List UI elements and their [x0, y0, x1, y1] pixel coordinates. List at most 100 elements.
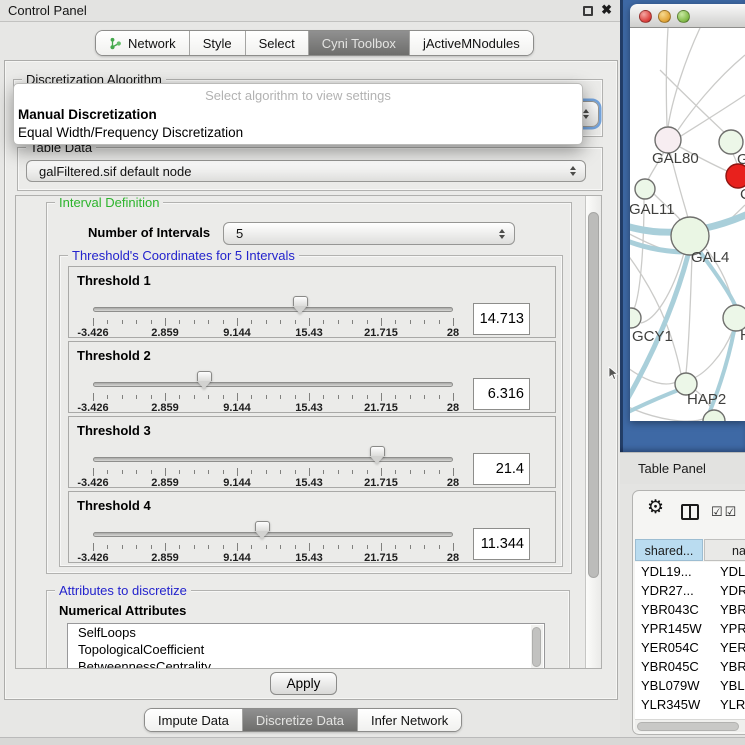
tick-label: 2.859 [151, 402, 179, 414]
network-edge [678, 55, 745, 130]
table-cell: YBL0 [720, 676, 745, 695]
list-scrollbar[interactable] [531, 625, 543, 669]
tab-discretize-data[interactable]: Discretize Data [242, 709, 357, 731]
tab-style[interactable]: Style [189, 31, 245, 55]
slider-ticks [93, 393, 453, 401]
slider-tick-labels: -3.4262.8599.14415.4321.71528 [93, 327, 453, 339]
slider-track[interactable] [93, 532, 453, 537]
tab-network[interactable]: Network [96, 31, 189, 55]
table-cell: YLR345W [641, 695, 703, 714]
tab-select[interactable]: Select [245, 31, 308, 55]
network-node[interactable] [703, 410, 725, 421]
attribute-list-item[interactable]: SelfLoops [68, 624, 544, 641]
thresholds-group: Threshold's Coordinates for 5 Intervals … [59, 255, 563, 567]
attribute-list-item[interactable]: TopologicalCoefficient [68, 641, 544, 658]
algorithm-dropdown-popup: Select algorithm to view settings Manual… [13, 83, 583, 145]
tab-label: Cyni Toolbox [322, 36, 396, 51]
tick-label: -3.426 [77, 402, 108, 414]
list-scrollbar-thumb[interactable] [532, 627, 541, 667]
slider-thumb[interactable] [197, 371, 212, 389]
columns-icon[interactable] [681, 504, 699, 520]
number-of-intervals-value: 5 [236, 223, 243, 245]
status-strip [0, 737, 745, 745]
vertical-scrollbar-thumb[interactable] [588, 212, 599, 578]
table-row[interactable]: YBL079WYBL0 [635, 676, 745, 695]
tab-label: Infer Network [371, 713, 448, 728]
tab-infer-network[interactable]: Infer Network [357, 709, 461, 731]
popup-option-equal-width-frequency[interactable]: Equal Width/Frequency Discretization [14, 124, 582, 142]
table-row[interactable]: YBR045CYBR0 [635, 657, 745, 676]
slider-tick-labels: -3.4262.8599.14415.4321.71528 [93, 477, 453, 489]
table-data-combobox[interactable]: galFiltered.sif default node [26, 160, 586, 182]
zoom-traffic-light-icon[interactable] [677, 10, 690, 23]
tick-label: 21.715 [364, 477, 398, 489]
gear-icon[interactable]: ⚙ [647, 498, 664, 517]
threshold-value-field[interactable]: 6.316 [473, 378, 530, 410]
network-window: GAL80GCGAL11GAL4GCY1HHAP2 [630, 4, 745, 421]
threshold-box: Threshold 3-3.4262.8599.14415.4321.71528… [68, 416, 556, 488]
table-row[interactable]: YBR043CYBR0 [635, 600, 745, 619]
threshold-value-field[interactable]: 21.4 [473, 453, 530, 485]
network-canvas[interactable]: GAL80GCGAL11GAL4GCY1HHAP2 [630, 28, 745, 421]
tab-label: Impute Data [158, 713, 229, 728]
tick-label: 9.144 [223, 552, 251, 564]
table-column-header[interactable]: shared... [635, 539, 703, 561]
slider-ticks [93, 543, 453, 551]
table-cell: YBR045C [641, 657, 703, 676]
table-cell: YDR27... [641, 581, 703, 600]
combo-arrows-icon [583, 109, 589, 119]
checkbox-icons[interactable]: ☑☑ [711, 504, 738, 520]
tab-jactivemnodules[interactable]: jActiveMNodules [409, 31, 533, 55]
tick-label: 28 [447, 477, 459, 489]
slider-thumb[interactable] [370, 446, 385, 464]
close-icon[interactable]: ✖ [601, 2, 612, 18]
number-of-intervals-spinner[interactable]: 5 [223, 222, 515, 245]
threshold-value-field[interactable]: 11.344 [473, 528, 530, 560]
threshold-value-field[interactable]: 14.713 [473, 303, 530, 335]
slider-track[interactable] [93, 382, 453, 387]
table-cell: YLR3 [720, 695, 745, 714]
settings-scrollpane: Interval Definition Number of Intervals … [15, 195, 602, 669]
numerical-attributes-list[interactable]: SelfLoopsTopologicalCoefficientBetweenne… [67, 623, 545, 669]
table-row[interactable]: YPR145WYPR1 [635, 619, 745, 638]
spinner-arrows-icon [499, 229, 505, 239]
table-column-header[interactable]: na [704, 539, 745, 561]
slider-thumb[interactable] [293, 296, 308, 314]
horizontal-scrollbar[interactable] [635, 719, 745, 732]
close-traffic-light-icon[interactable] [639, 10, 652, 23]
attribute-list-item[interactable]: BetweennessCentrality [68, 658, 544, 669]
slider-thumb[interactable] [255, 521, 270, 539]
threshold-label: Threshold 1 [77, 273, 151, 288]
vertical-scrollbar[interactable] [585, 196, 601, 668]
bottom-tab-bar: Impute Data Discretize Data Infer Network [144, 708, 462, 732]
table-cell: YDL1 [720, 562, 745, 581]
node-label: GAL4 [691, 249, 729, 266]
table-cell: YDL19... [641, 562, 703, 581]
table-cell: YER0 [720, 638, 745, 657]
attributes-group: Attributes to discretize Numerical Attri… [46, 590, 570, 669]
table-row[interactable]: YDL19... YDL1 [635, 562, 745, 581]
minimize-traffic-light-icon[interactable] [658, 10, 671, 23]
attribute-items: SelfLoopsTopologicalCoefficientBetweenne… [68, 624, 544, 669]
network-node-gal11[interactable] [635, 179, 655, 199]
float-window-icon[interactable] [583, 6, 593, 16]
horizontal-scrollbar-thumb[interactable] [637, 722, 739, 731]
popup-option-manual-discretization[interactable]: Manual Discretization [14, 106, 582, 124]
tick-label: 15.43 [295, 327, 323, 339]
node-label: HAP2 [687, 391, 726, 408]
node-label: GCY1 [632, 328, 673, 345]
tab-impute-data[interactable]: Impute Data [145, 709, 242, 731]
network-node-gcy1[interactable] [630, 308, 641, 328]
table-row[interactable]: YLR345W YLR3 [635, 695, 745, 714]
slider-track[interactable] [93, 457, 453, 462]
tab-cyni-toolbox[interactable]: Cyni Toolbox [308, 31, 409, 55]
combo-arrows-icon [570, 166, 576, 176]
network-edge [668, 28, 700, 127]
table-row[interactable]: YER054CYER0 [635, 638, 745, 657]
table-row[interactable]: YDR27...YDR2 [635, 581, 745, 600]
slider-track[interactable] [93, 307, 453, 312]
tick-label: 9.144 [223, 327, 251, 339]
tick-label: 21.715 [364, 327, 398, 339]
apply-button[interactable]: Apply [270, 672, 337, 695]
table-panel: ⚙ ☑☑ shared...na YDL19...YDL1YDR27...YDR… [632, 490, 745, 735]
